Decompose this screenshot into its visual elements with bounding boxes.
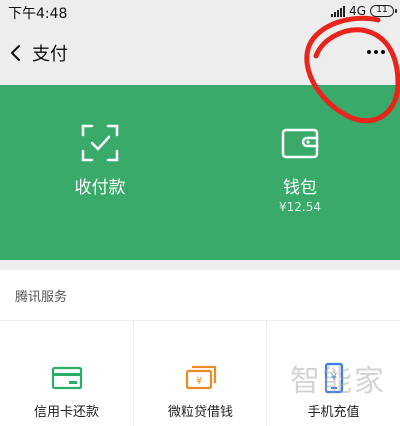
status-time: 下午4:48 [8, 6, 68, 22]
weilidai-loan-label: 微粒贷借钱 [167, 405, 233, 420]
wallet-label: 钱包 [283, 178, 317, 198]
credit-card-repay-button[interactable]: 信用卡还款 [0, 321, 133, 426]
credit-card-icon [51, 366, 82, 390]
loan-icon: ¥ [185, 365, 216, 390]
battery-level: 11 [376, 5, 388, 15]
more-dots-icon[interactable] [361, 42, 391, 62]
wallet-balance: ¥12.54 [279, 200, 321, 214]
battery-icon: 11 [370, 5, 397, 17]
signal-icon [331, 5, 346, 17]
network-type: 4G [349, 4, 366, 18]
pay-receive-label: 收付款 [74, 178, 126, 198]
nav-bar: 支付 [0, 22, 400, 84]
page-title: 支付 [32, 44, 68, 65]
weilidai-loan-button[interactable]: ¥ 微粒贷借钱 [134, 321, 267, 426]
phone-recharge-label: 手机充值 [307, 405, 360, 420]
pay-receive-button[interactable]: 收付款 [0, 85, 200, 260]
credit-card-repay-label: 信用卡还款 [33, 405, 99, 420]
status-indicators: 4G 11 [331, 3, 397, 19]
section-header: 腾讯服务 [0, 270, 400, 320]
section-title: 腾讯服务 [15, 290, 68, 305]
status-bar: 下午4:48 4G 11 [0, 0, 400, 22]
back-chevron-icon[interactable] [8, 44, 26, 62]
svg-text:¥: ¥ [195, 376, 201, 387]
scan-icon [81, 124, 119, 162]
wallet-icon [281, 128, 319, 159]
pay-panel: 收付款 钱包 ¥12.54 [0, 85, 400, 260]
watermark: 智能家 [290, 364, 386, 399]
wallet-button[interactable]: 钱包 ¥12.54 [200, 85, 400, 260]
